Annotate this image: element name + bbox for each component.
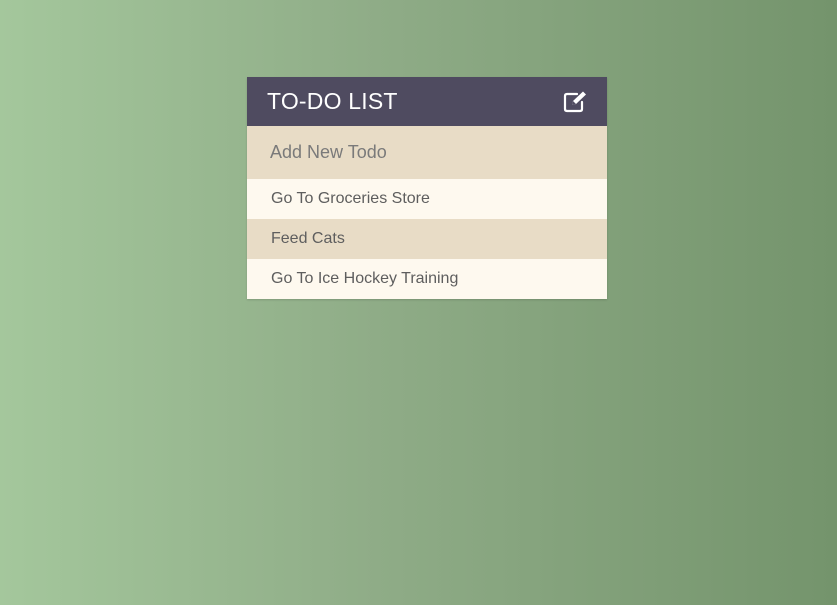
add-todo-field-wrapper: [247, 126, 607, 179]
todo-card: TO-DO LIST Go To Groceries Store Feed Ca…: [247, 77, 607, 299]
edit-icon[interactable]: [563, 91, 587, 113]
todo-list: Go To Groceries Store Feed Cats Go To Ic…: [247, 179, 607, 299]
todo-header: TO-DO LIST: [247, 77, 607, 126]
page-title: TO-DO LIST: [267, 88, 398, 114]
add-todo-input[interactable]: [270, 142, 584, 163]
todo-item[interactable]: Feed Cats: [247, 219, 607, 259]
todo-item[interactable]: Go To Groceries Store: [247, 179, 607, 219]
todo-item[interactable]: Go To Ice Hockey Training: [247, 259, 607, 299]
